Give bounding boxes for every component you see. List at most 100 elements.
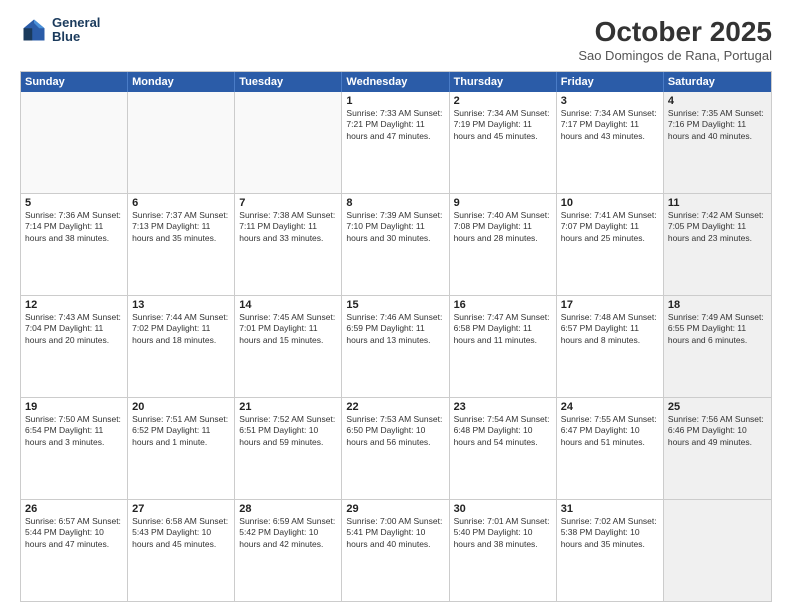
day-cell xyxy=(664,500,771,601)
logo-text: General Blue xyxy=(52,16,100,45)
day-number: 4 xyxy=(668,95,767,107)
day-cell: 9Sunrise: 7:40 AM Sunset: 7:08 PM Daylig… xyxy=(450,194,557,295)
day-number: 21 xyxy=(239,401,337,413)
day-number: 27 xyxy=(132,503,230,515)
day-cell xyxy=(21,92,128,193)
day-number: 17 xyxy=(561,299,659,311)
day-cell: 27Sunrise: 6:58 AM Sunset: 5:43 PM Dayli… xyxy=(128,500,235,601)
day-number: 10 xyxy=(561,197,659,209)
week-row: 5Sunrise: 7:36 AM Sunset: 7:14 PM Daylig… xyxy=(21,193,771,295)
day-cell: 5Sunrise: 7:36 AM Sunset: 7:14 PM Daylig… xyxy=(21,194,128,295)
day-cell: 1Sunrise: 7:33 AM Sunset: 7:21 PM Daylig… xyxy=(342,92,449,193)
day-info: Sunrise: 7:01 AM Sunset: 5:40 PM Dayligh… xyxy=(454,516,552,550)
day-number: 3 xyxy=(561,95,659,107)
calendar: SundayMondayTuesdayWednesdayThursdayFrid… xyxy=(20,71,772,602)
day-number: 1 xyxy=(346,95,444,107)
location: Sao Domingos de Rana, Portugal xyxy=(578,48,772,63)
day-cell: 12Sunrise: 7:43 AM Sunset: 7:04 PM Dayli… xyxy=(21,296,128,397)
day-number: 16 xyxy=(454,299,552,311)
day-cell: 22Sunrise: 7:53 AM Sunset: 6:50 PM Dayli… xyxy=(342,398,449,499)
day-cell xyxy=(235,92,342,193)
day-header: Saturday xyxy=(664,72,771,92)
day-headers: SundayMondayTuesdayWednesdayThursdayFrid… xyxy=(21,72,771,92)
day-info: Sunrise: 7:00 AM Sunset: 5:41 PM Dayligh… xyxy=(346,516,444,550)
day-number: 25 xyxy=(668,401,767,413)
day-info: Sunrise: 7:33 AM Sunset: 7:21 PM Dayligh… xyxy=(346,108,444,142)
day-info: Sunrise: 7:54 AM Sunset: 6:48 PM Dayligh… xyxy=(454,414,552,448)
logo: General Blue xyxy=(20,16,100,45)
day-number: 14 xyxy=(239,299,337,311)
day-info: Sunrise: 7:40 AM Sunset: 7:08 PM Dayligh… xyxy=(454,210,552,244)
day-info: Sunrise: 7:02 AM Sunset: 5:38 PM Dayligh… xyxy=(561,516,659,550)
day-cell: 23Sunrise: 7:54 AM Sunset: 6:48 PM Dayli… xyxy=(450,398,557,499)
day-number: 15 xyxy=(346,299,444,311)
day-info: Sunrise: 7:39 AM Sunset: 7:10 PM Dayligh… xyxy=(346,210,444,244)
day-info: Sunrise: 7:34 AM Sunset: 7:19 PM Dayligh… xyxy=(454,108,552,142)
day-info: Sunrise: 7:48 AM Sunset: 6:57 PM Dayligh… xyxy=(561,312,659,346)
day-cell xyxy=(128,92,235,193)
day-cell: 18Sunrise: 7:49 AM Sunset: 6:55 PM Dayli… xyxy=(664,296,771,397)
day-number: 2 xyxy=(454,95,552,107)
day-cell: 24Sunrise: 7:55 AM Sunset: 6:47 PM Dayli… xyxy=(557,398,664,499)
day-header: Tuesday xyxy=(235,72,342,92)
day-info: Sunrise: 7:42 AM Sunset: 7:05 PM Dayligh… xyxy=(668,210,767,244)
day-info: Sunrise: 7:37 AM Sunset: 7:13 PM Dayligh… xyxy=(132,210,230,244)
day-cell: 29Sunrise: 7:00 AM Sunset: 5:41 PM Dayli… xyxy=(342,500,449,601)
day-info: Sunrise: 6:59 AM Sunset: 5:42 PM Dayligh… xyxy=(239,516,337,550)
day-cell: 2Sunrise: 7:34 AM Sunset: 7:19 PM Daylig… xyxy=(450,92,557,193)
day-number: 22 xyxy=(346,401,444,413)
day-info: Sunrise: 7:56 AM Sunset: 6:46 PM Dayligh… xyxy=(668,414,767,448)
day-info: Sunrise: 7:44 AM Sunset: 7:02 PM Dayligh… xyxy=(132,312,230,346)
day-number: 26 xyxy=(25,503,123,515)
day-number: 7 xyxy=(239,197,337,209)
day-number: 29 xyxy=(346,503,444,515)
day-info: Sunrise: 7:55 AM Sunset: 6:47 PM Dayligh… xyxy=(561,414,659,448)
day-cell: 31Sunrise: 7:02 AM Sunset: 5:38 PM Dayli… xyxy=(557,500,664,601)
day-cell: 11Sunrise: 7:42 AM Sunset: 7:05 PM Dayli… xyxy=(664,194,771,295)
day-header: Wednesday xyxy=(342,72,449,92)
day-number: 31 xyxy=(561,503,659,515)
day-info: Sunrise: 7:49 AM Sunset: 6:55 PM Dayligh… xyxy=(668,312,767,346)
day-header: Thursday xyxy=(450,72,557,92)
day-number: 11 xyxy=(668,197,767,209)
week-row: 26Sunrise: 6:57 AM Sunset: 5:44 PM Dayli… xyxy=(21,499,771,601)
day-info: Sunrise: 7:34 AM Sunset: 7:17 PM Dayligh… xyxy=(561,108,659,142)
day-info: Sunrise: 7:35 AM Sunset: 7:16 PM Dayligh… xyxy=(668,108,767,142)
month-title: October 2025 xyxy=(578,16,772,48)
day-cell: 3Sunrise: 7:34 AM Sunset: 7:17 PM Daylig… xyxy=(557,92,664,193)
day-info: Sunrise: 6:58 AM Sunset: 5:43 PM Dayligh… xyxy=(132,516,230,550)
week-row: 12Sunrise: 7:43 AM Sunset: 7:04 PM Dayli… xyxy=(21,295,771,397)
day-info: Sunrise: 7:45 AM Sunset: 7:01 PM Dayligh… xyxy=(239,312,337,346)
day-cell: 6Sunrise: 7:37 AM Sunset: 7:13 PM Daylig… xyxy=(128,194,235,295)
header: General Blue October 2025 Sao Domingos d… xyxy=(20,16,772,63)
day-info: Sunrise: 7:50 AM Sunset: 6:54 PM Dayligh… xyxy=(25,414,123,448)
day-info: Sunrise: 7:46 AM Sunset: 6:59 PM Dayligh… xyxy=(346,312,444,346)
day-number: 20 xyxy=(132,401,230,413)
day-info: Sunrise: 6:57 AM Sunset: 5:44 PM Dayligh… xyxy=(25,516,123,550)
day-cell: 10Sunrise: 7:41 AM Sunset: 7:07 PM Dayli… xyxy=(557,194,664,295)
day-cell: 15Sunrise: 7:46 AM Sunset: 6:59 PM Dayli… xyxy=(342,296,449,397)
day-header: Sunday xyxy=(21,72,128,92)
day-cell: 26Sunrise: 6:57 AM Sunset: 5:44 PM Dayli… xyxy=(21,500,128,601)
day-cell: 20Sunrise: 7:51 AM Sunset: 6:52 PM Dayli… xyxy=(128,398,235,499)
day-number: 12 xyxy=(25,299,123,311)
day-number: 19 xyxy=(25,401,123,413)
day-cell: 14Sunrise: 7:45 AM Sunset: 7:01 PM Dayli… xyxy=(235,296,342,397)
day-cell: 17Sunrise: 7:48 AM Sunset: 6:57 PM Dayli… xyxy=(557,296,664,397)
day-cell: 25Sunrise: 7:56 AM Sunset: 6:46 PM Dayli… xyxy=(664,398,771,499)
day-info: Sunrise: 7:47 AM Sunset: 6:58 PM Dayligh… xyxy=(454,312,552,346)
day-info: Sunrise: 7:51 AM Sunset: 6:52 PM Dayligh… xyxy=(132,414,230,448)
day-cell: 16Sunrise: 7:47 AM Sunset: 6:58 PM Dayli… xyxy=(450,296,557,397)
day-cell: 13Sunrise: 7:44 AM Sunset: 7:02 PM Dayli… xyxy=(128,296,235,397)
day-info: Sunrise: 7:38 AM Sunset: 7:11 PM Dayligh… xyxy=(239,210,337,244)
day-header: Friday xyxy=(557,72,664,92)
day-cell: 28Sunrise: 6:59 AM Sunset: 5:42 PM Dayli… xyxy=(235,500,342,601)
day-number: 13 xyxy=(132,299,230,311)
day-cell: 4Sunrise: 7:35 AM Sunset: 7:16 PM Daylig… xyxy=(664,92,771,193)
day-number: 6 xyxy=(132,197,230,209)
day-cell: 21Sunrise: 7:52 AM Sunset: 6:51 PM Dayli… xyxy=(235,398,342,499)
day-cell: 19Sunrise: 7:50 AM Sunset: 6:54 PM Dayli… xyxy=(21,398,128,499)
day-number: 8 xyxy=(346,197,444,209)
weeks: 1Sunrise: 7:33 AM Sunset: 7:21 PM Daylig… xyxy=(21,92,771,601)
day-header: Monday xyxy=(128,72,235,92)
